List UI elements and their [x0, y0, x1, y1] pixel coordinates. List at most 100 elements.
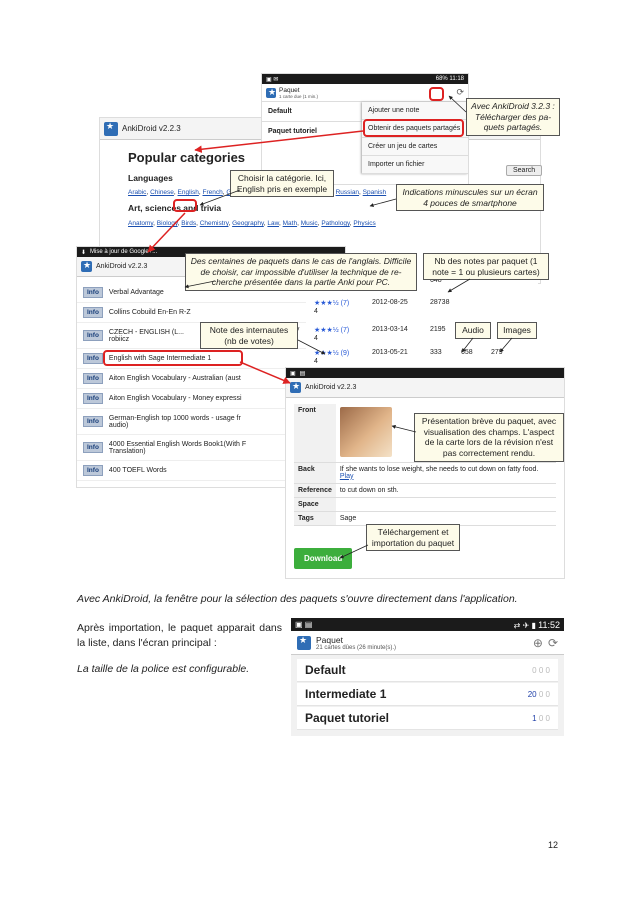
ankidroid-logo-icon — [266, 87, 276, 98]
category-link[interactable]: Math — [283, 220, 297, 227]
category-link[interactable]: Birds — [181, 220, 196, 227]
info-button[interactable]: Info — [83, 307, 103, 318]
sync-status-icon: ⇄ — [513, 620, 521, 630]
airplane-icon: ✈ — [522, 620, 530, 630]
menu-import-file[interactable]: Importer un fichier — [362, 156, 468, 174]
field-key: Space — [294, 497, 336, 512]
language-link[interactable]: Spanish — [363, 189, 387, 196]
menu-add-note[interactable]: Ajouter une note — [362, 102, 468, 120]
note-user-rating: Note des internautes (nb de votes) — [200, 322, 298, 350]
download-button[interactable]: Download — [294, 548, 353, 569]
reference-text: to cut down on sth. — [335, 483, 556, 498]
search-button[interactable]: Search — [506, 165, 543, 176]
front-photo — [339, 407, 392, 457]
caption: Avec AnkiDroid, la fenêtre pour la sélec… — [77, 593, 518, 605]
deck-name: Default — [305, 663, 346, 677]
category-link[interactable]: Chemistry — [200, 220, 229, 227]
deck-default[interactable]: Default — [262, 102, 362, 122]
image-icon: ▣ — [295, 620, 303, 629]
info-button[interactable]: Info — [83, 373, 103, 384]
battery-level: 68% — [435, 76, 448, 82]
play-link[interactable]: Play — [340, 473, 354, 480]
deck-row[interactable]: Default 0 0 0 — [297, 659, 558, 682]
language-link[interactable]: Arabic — [128, 189, 146, 196]
info-button[interactable]: Info — [83, 287, 103, 298]
info-button[interactable]: Info — [83, 393, 103, 404]
info-button[interactable]: Info — [83, 330, 103, 341]
language-link[interactable]: English — [178, 189, 199, 196]
category-link[interactable]: Biology — [157, 220, 178, 227]
note-small-text: Indications minuscules sur un écran 4 po… — [396, 184, 544, 212]
field-key: Reference — [294, 483, 336, 498]
category-link[interactable]: Law — [267, 220, 279, 227]
note-presentation: Présentation brève du paquet, avec visua… — [414, 413, 564, 462]
field-reference: Reference to cut down on sth. — [294, 483, 556, 498]
status-time: 11:52 — [538, 619, 560, 630]
download-icon: ⬇ — [81, 249, 87, 256]
info-button[interactable]: Info — [83, 442, 103, 453]
language-link[interactable]: Chinese — [150, 189, 174, 196]
ankidroid-logo-icon — [104, 121, 118, 136]
highlight-english-link — [173, 199, 197, 212]
deck-tutoriel[interactable]: Paquet tutoriel — [262, 122, 362, 141]
deck-row[interactable]: Paquet tutoriel 1 0 0 — [297, 707, 558, 730]
battery-icon: ▮ — [531, 620, 536, 630]
info-button[interactable]: Info — [83, 353, 103, 364]
field-space: Space — [294, 497, 556, 512]
app-title: AnkiDroid v2.2.3 — [122, 124, 181, 133]
category-link[interactable]: Pathology — [321, 220, 349, 227]
note-hundreds-decks: Des centaines de paquets dans le cas de … — [185, 253, 417, 291]
ankidroid-logo-icon — [297, 635, 311, 650]
deck-name: Verbal Advantage — [108, 289, 164, 296]
category-link[interactable]: Music — [301, 220, 318, 227]
tags-text: Sage — [335, 511, 556, 526]
category-link[interactable]: Anatomy — [128, 220, 153, 227]
note-ankidroid-version: Avec AnkiDroid 3.2.3 : Télécharger des p… — [466, 98, 560, 136]
info-button[interactable]: Info — [83, 416, 103, 427]
sync-icon[interactable]: ⟳ — [548, 636, 558, 650]
deck-rating-score: 4 — [314, 335, 318, 342]
deck-name: German-English top 1000 words - usage fr… — [108, 414, 241, 429]
note-audio: Audio — [455, 322, 491, 339]
back-text: If she wants to lose weight, she needs t… — [339, 465, 539, 473]
deck-stats-row: ★★★½ (9) 2013-05-21 333 658 279 4 — [306, 349, 538, 369]
status-icons: ▣ ✉ — [266, 76, 279, 83]
deck-counts: 20 0 0 — [527, 689, 550, 699]
after-import-text: Après importation, le paquet apparait da… — [77, 622, 282, 650]
deck-rating: ★★★½ (7) — [314, 327, 350, 334]
ankidroid-logo-icon — [81, 260, 92, 272]
app-bar: AnkiDroid v2.2.3 — [286, 378, 564, 398]
deck-subtitle: 1 carte due (1 min.) — [279, 93, 319, 99]
deck-notes: 28738 — [430, 299, 450, 306]
deck-counts: 1 0 0 — [532, 713, 550, 723]
calendar-icon: ▤ — [299, 370, 306, 377]
deck-row[interactable]: Info Collins Cobuild En-En R-Z — [77, 303, 345, 323]
calendar-icon: ▤ — [304, 620, 313, 629]
category-link[interactable]: Physics — [353, 220, 375, 227]
deck-notes: 2195 — [430, 326, 446, 333]
art-links: Anatomy, Biology, Birds, Chemistry, Geog… — [128, 220, 376, 227]
status-bar: ▣ ▤ — [286, 368, 564, 378]
deck-name: Paquet tutoriel — [305, 711, 390, 725]
note-choose-category: Choisir la catégorie. Ici, English pris … — [230, 170, 334, 198]
language-link[interactable]: French — [203, 189, 223, 196]
language-link[interactable]: Russian — [336, 189, 359, 196]
deck-name: Aiton English Vocabulary - Money express… — [108, 395, 242, 402]
menu-create-deck[interactable]: Créer un jeu de cartes — [362, 138, 468, 156]
page-number: 12 — [548, 840, 559, 850]
field-back: Back If she wants to lose weight, she ne… — [294, 462, 556, 484]
status-bar: ▣ ✉ 68% 11:18 — [262, 74, 468, 84]
deck-name: 4000 Essential English Words Book1(With … — [108, 440, 247, 455]
sync-icon[interactable]: ⟳ — [456, 87, 464, 98]
add-icon[interactable]: ⊕ — [533, 636, 543, 650]
deck-row[interactable]: Intermediate 1 20 0 0 — [297, 683, 558, 706]
deck-name: Collins Cobuild En-En R-Z — [108, 309, 191, 316]
field-key: Front — [294, 404, 336, 463]
deck-images: 279 — [491, 349, 503, 356]
note-nb-notes: Nb des notes par paquet (1 note = 1 ou p… — [423, 253, 549, 281]
deck-title: Paquet — [279, 86, 300, 94]
note-images: Images — [497, 322, 537, 339]
category-link[interactable]: Geography — [232, 220, 264, 227]
info-button[interactable]: Info — [83, 465, 103, 476]
font-size-text: La taille de la police est configurable. — [77, 663, 250, 675]
